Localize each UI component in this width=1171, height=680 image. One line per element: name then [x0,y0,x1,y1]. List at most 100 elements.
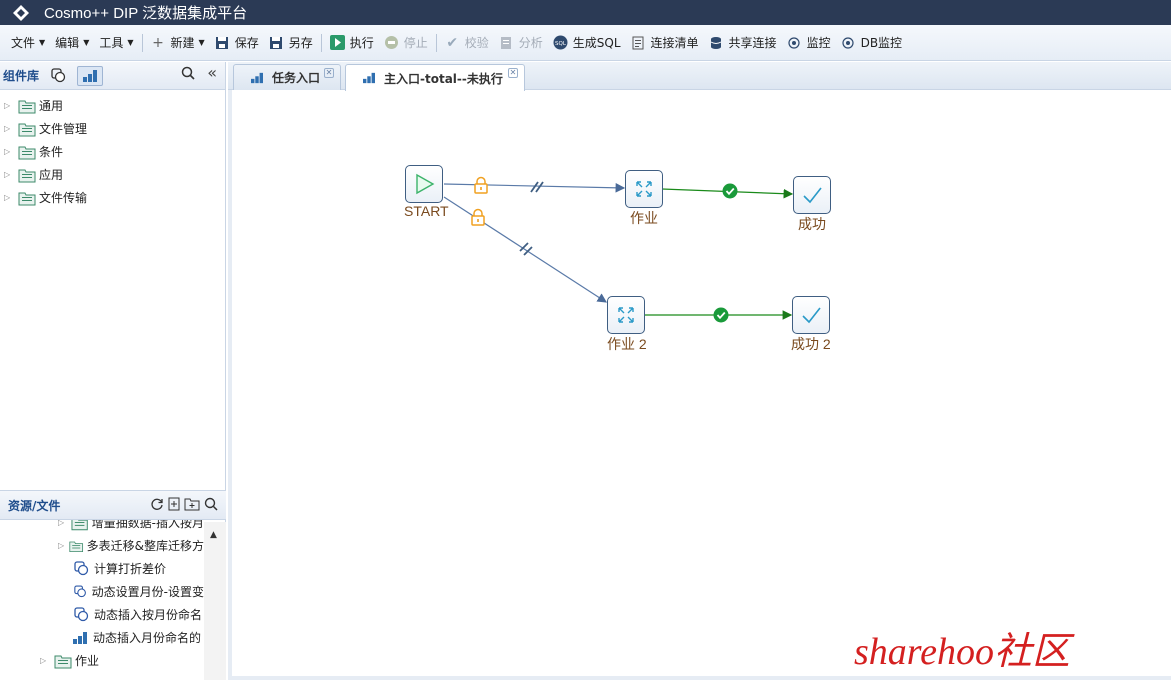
chevron-down-icon: ▼ [83,38,90,47]
resource-item[interactable]: ▷ 作业 [0,649,204,672]
resource-item[interactable]: 动态设置月份-设置变 [0,580,204,603]
db-monitor-icon [841,35,856,50]
svg-text:SQL: SQL [555,41,567,47]
file-menu[interactable]: 文件 ▼ [6,31,50,55]
success2-node[interactable] [792,296,830,334]
lock-icon [474,176,488,194]
flow-view-toggle[interactable] [77,65,104,86]
tab-main-entry[interactable]: 主入口-total--未执行 ✕ [345,64,525,91]
job1-node-label: 作业 [630,210,658,226]
flow-canvas[interactable]: START 作业 成功 作业 2 成功 2 [232,91,1171,676]
success1-node[interactable] [793,176,831,214]
expand-arrow-icon[interactable]: ▷ [4,101,18,110]
toolbar-separator [141,33,143,52]
resource-scrollbar[interactable]: ▲ [204,522,226,680]
task-icon [74,607,89,622]
checkmark-icon [802,307,821,324]
edit-menu[interactable]: 编辑 ▼ [50,31,94,55]
resource-item-label: 增量抽数据-插入按月 [91,520,204,530]
folder-icon [18,100,36,113]
tree-item-file-transfer[interactable]: ▷ 文件传输 [0,186,225,209]
search-icon[interactable] [181,66,195,84]
collapse-panel-icon[interactable]: « [207,65,217,84]
new-button[interactable]: + 新建 ▼ [146,31,210,55]
resource-item-label: 动态插入按月份命名 [94,608,203,622]
task-view-toggle[interactable] [45,66,71,86]
tab-task-entry[interactable]: 任务入口 ✕ [233,64,341,90]
shared-conn-button[interactable]: 共享连接 [704,31,782,55]
folder-icon [18,169,36,182]
validate-button[interactable]: ✔ 校验 [440,31,494,55]
db-monitor-button[interactable]: DB监控 [836,31,907,55]
component-tree: ▷ 通用 ▷ 文件管理 ▷ 条件 ▷ 应用 ▷ 文件传输 [0,90,225,209]
stop-icon [384,35,399,50]
resource-item[interactable]: ▷ 多表迁移&整库迁移方 [0,534,204,557]
monitor-button[interactable]: 监控 [782,31,836,55]
app-title: Cosmo++ DIP 泛数据集成平台 [44,5,248,22]
new-file-icon[interactable] [168,497,180,514]
check-icon: ✔ [446,34,459,51]
title-bar: Cosmo++ DIP 泛数据集成平台 [0,0,1171,25]
connection-start-job2[interactable] [443,196,608,303]
expand-arrow-icon[interactable]: ▷ [58,520,71,527]
expand-arrow-icon[interactable]: ▷ [40,656,54,665]
job-icon [618,307,634,323]
close-icon[interactable]: ✕ [508,68,518,78]
tree-item-general[interactable]: ▷ 通用 [0,94,225,117]
sql-icon: SQL [553,35,568,50]
tab-label: 任务入口 [272,71,321,85]
success-check-icon [713,307,729,323]
component-panel-header: 组件库 « [0,62,225,90]
app-logo-icon [12,4,30,22]
analyze-label: 分析 [518,36,543,50]
flow-connections [443,176,794,323]
search-icon[interactable] [204,497,218,514]
resource-item[interactable]: ▷ 增量抽数据-插入按月 [0,520,204,534]
tab-label: 主入口-total--未执行 [384,71,503,86]
task-icon [74,585,86,598]
expand-arrow-icon[interactable]: ▷ [4,124,18,133]
expand-arrow-icon[interactable]: ▷ [58,541,69,550]
save-button[interactable]: 保存 [210,31,264,55]
conn-list-button[interactable]: 连接清单 [626,31,704,55]
new-folder-icon[interactable] [184,497,200,514]
save-label: 保存 [234,36,259,50]
tree-item-file-management[interactable]: ▷ 文件管理 [0,117,225,140]
tools-menu-label: 工具 [99,36,124,50]
expand-arrow-icon[interactable]: ▷ [4,170,18,179]
gen-sql-button[interactable]: SQL 生成SQL [548,31,626,55]
resource-item[interactable]: 计算打折差价 [0,557,204,580]
tree-item-application[interactable]: ▷ 应用 [0,163,225,186]
play-icon [416,173,435,195]
stop-label: 停止 [403,36,428,50]
success1-node-label: 成功 [798,216,826,232]
start-node[interactable] [405,165,443,203]
resource-item[interactable]: 动态插入按月份命名 [0,603,204,626]
refresh-icon[interactable] [150,497,164,514]
execute-button[interactable]: 执行 [325,31,379,55]
parallel-mark-icon [530,181,544,193]
flow-icon [73,631,87,644]
tree-item-label: 文件传输 [39,191,88,205]
job1-node[interactable] [625,170,663,208]
tools-menu[interactable]: 工具 ▼ [94,31,138,55]
folder-icon [18,146,36,159]
analyze-button[interactable]: 分析 [494,31,548,55]
analyze-icon [499,35,514,50]
close-icon[interactable]: ✕ [324,68,334,78]
expand-arrow-icon[interactable]: ▷ [4,147,18,156]
resource-item-label: 动态设置月份-设置变 [91,585,204,599]
db-monitor-label: DB监控 [860,36,903,50]
stop-button[interactable]: 停止 [379,31,433,55]
job2-node[interactable] [607,296,645,334]
success2-node-label: 成功 2 [791,336,831,352]
execute-label: 执行 [349,36,374,50]
resource-item[interactable]: 动态插入月份命名的 [0,626,204,649]
expand-arrow-icon[interactable]: ▷ [4,193,18,202]
save-as-button[interactable]: 另存 [264,31,318,55]
resource-item-label: 动态插入月份命名的 [93,631,202,645]
tree-item-condition[interactable]: ▷ 条件 [0,140,225,163]
tree-item-label: 通用 [39,99,64,113]
resource-panel-title: 资源/文件 [8,498,61,513]
scroll-up-icon[interactable]: ▲ [210,530,217,540]
